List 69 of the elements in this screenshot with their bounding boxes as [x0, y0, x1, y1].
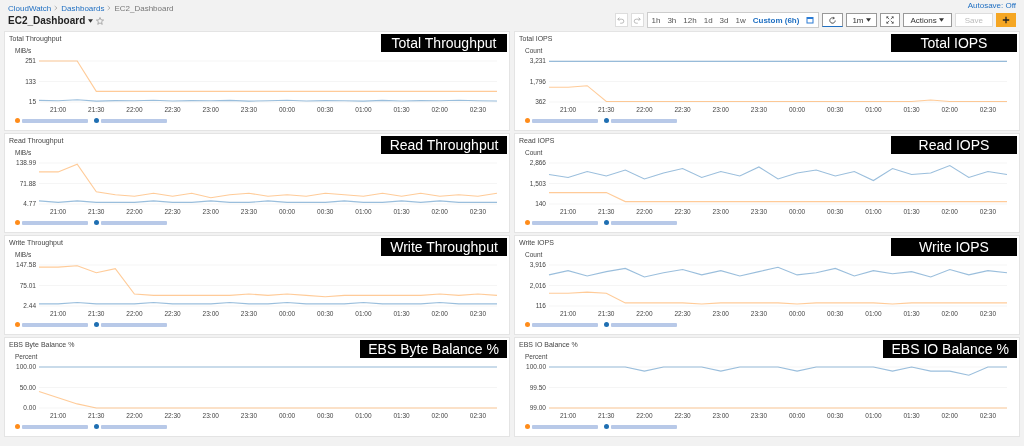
time-range-tab[interactable]: 12h: [683, 15, 697, 25]
redacted-legend-label: [22, 424, 88, 429]
legend-dot[interactable]: [94, 220, 99, 225]
legend-dot[interactable]: [525, 118, 530, 123]
redacted-legend-label: [611, 322, 677, 327]
autosave-link[interactable]: Autosave: Off: [967, 1, 1016, 12]
add-widget-button[interactable]: [996, 13, 1016, 27]
redo-icon: [633, 16, 641, 24]
overlay-label: Total IOPS: [891, 34, 1017, 52]
redacted-legend-label: [101, 322, 167, 327]
legend-dot[interactable]: [15, 118, 20, 123]
legend-dot[interactable]: [15, 220, 20, 225]
plus-icon: [1002, 16, 1010, 24]
time-range-tab[interactable]: 1h: [651, 15, 661, 25]
redacted-legend-label: [611, 424, 677, 429]
chevron-icon: [107, 5, 112, 11]
legend-dot[interactable]: [525, 322, 530, 327]
redacted-legend-label: [532, 322, 598, 327]
overlay-label: EBS Byte Balance %: [360, 340, 507, 358]
redacted-legend-label: [532, 220, 598, 225]
time-range-tab[interactable]: 1w: [735, 15, 746, 25]
legend-dot[interactable]: [604, 322, 609, 327]
caret-icon: [865, 18, 871, 22]
overlay-label: Write Throughput: [381, 238, 507, 256]
redacted-legend-label: [532, 424, 598, 429]
legend-dot[interactable]: [604, 424, 609, 429]
legend-dot[interactable]: [15, 424, 20, 429]
undo-icon: [617, 16, 625, 24]
redacted-legend-label: [532, 118, 598, 123]
overlay-label: Read Throughput: [381, 136, 507, 154]
caret-icon: [938, 18, 944, 22]
legend-dot[interactable]: [525, 220, 530, 225]
time-range-tab[interactable]: 3d: [719, 15, 729, 25]
legend-dot[interactable]: [525, 424, 530, 429]
breadcrumb-link[interactable]: Dashboards: [61, 3, 105, 13]
refresh-icon: [828, 15, 838, 25]
overlay-label: Total Throughput: [381, 34, 507, 52]
actions-dropdown[interactable]: Actions: [902, 13, 952, 27]
caret-icon[interactable]: [88, 18, 94, 23]
star-icon[interactable]: [96, 16, 105, 25]
redacted-legend-label: [611, 118, 677, 123]
legend-dot[interactable]: [604, 118, 609, 123]
redacted-legend-label: [611, 220, 677, 225]
redacted-legend-label: [101, 118, 167, 123]
redacted-legend-label: [22, 220, 88, 225]
legend-dot[interactable]: [94, 424, 99, 429]
overlay-label: Write IOPS: [891, 238, 1017, 256]
refresh-interval-dropdown[interactable]: 1m: [846, 13, 877, 27]
redacted-legend-label: [22, 118, 88, 123]
chevron-icon: [54, 5, 59, 11]
redacted-legend-label: [101, 424, 167, 429]
legend-dot[interactable]: [15, 322, 20, 327]
breadcrumb-link[interactable]: EC2_Dashboard: [114, 3, 174, 13]
redacted-legend-label: [22, 322, 88, 327]
redacted-legend-label: [101, 220, 167, 225]
time-range-tab[interactable]: Custom (6h): [752, 15, 800, 25]
dashboard-title: EC2_Dashboard: [8, 15, 86, 26]
calendar-icon[interactable]: [806, 16, 815, 24]
fullscreen-icon: [885, 16, 894, 24]
fullscreen-button[interactable]: [879, 13, 900, 27]
overlay-label: Read IOPS: [891, 136, 1017, 154]
breadcrumb-link[interactable]: CloudWatch: [8, 3, 52, 13]
legend-dot[interactable]: [94, 322, 99, 327]
time-range-tab[interactable]: 1d: [703, 15, 713, 25]
legend-dot[interactable]: [604, 220, 609, 225]
overlay-label: EBS IO Balance %: [883, 340, 1017, 358]
refresh-button[interactable]: [822, 13, 844, 27]
legend-dot[interactable]: [94, 118, 99, 123]
time-range-tab[interactable]: 3h: [667, 15, 677, 25]
